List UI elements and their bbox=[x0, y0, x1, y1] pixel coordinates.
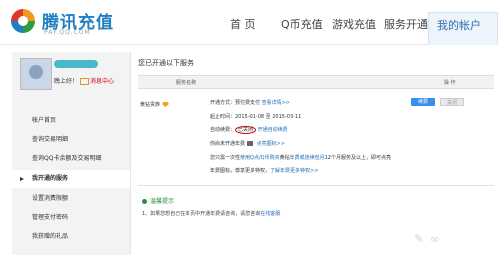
logo-subtitle: PAY.QQ.COM bbox=[44, 29, 91, 36]
yellow-diamond-icon bbox=[162, 102, 170, 107]
logo-swirl-icon bbox=[10, 8, 36, 34]
period-line: 起止时间：2015-01-08 至 2015-03-11 bbox=[210, 114, 302, 120]
close-service-button[interactable]: 关闭 bbox=[440, 98, 464, 106]
annual-or-monthly-link[interactable]: 年费或连续包月 bbox=[290, 155, 325, 161]
message-center-link[interactable]: 消息中心 bbox=[90, 78, 114, 85]
col-action: 操 作 bbox=[444, 80, 456, 86]
main-content: 您已开通以下服务 服务名称 操 作 黄钻贵族 开通方式：预付费支付 查看详情>>… bbox=[138, 52, 494, 255]
auto-renew-line: 自动续费： 已关闭 开通自动续费 bbox=[210, 126, 288, 134]
watermark: ✎ ∞ bbox=[414, 232, 441, 246]
section-divider bbox=[138, 185, 494, 186]
sidebar-item-my-services[interactable]: 我开通的服务 bbox=[12, 170, 130, 188]
tips-title-text: 温馨提示 bbox=[150, 198, 175, 205]
note-line2-prefix: 年费图标，尊享更多特权， bbox=[210, 168, 271, 174]
account-sidebar: 晚上好！ 消息中心 帐户首页 查询交易明细 查询QQ卡余额及交易明细 我开通的服务… bbox=[12, 52, 131, 255]
auto-renew-status: 已关闭 bbox=[235, 126, 257, 134]
note-line1-prefix: 您只需一次性 bbox=[210, 155, 241, 161]
info-dot-icon bbox=[142, 199, 147, 204]
tencent-pay-logo[interactable]: 腾讯充值 PAY.QQ.COM bbox=[8, 6, 178, 40]
renew-button[interactable]: 续费 bbox=[411, 98, 435, 106]
auto-renew-label: 自动续费： bbox=[210, 127, 236, 133]
sidebar-item-gifts[interactable]: 我获赠的礼品 bbox=[12, 228, 130, 246]
sidebar-item-qq-card[interactable]: 查询QQ卡余额及交易明细 bbox=[12, 150, 130, 168]
note-line1-suffix: 12个月服务及以上，即可点亮 bbox=[324, 155, 391, 161]
online-support-link[interactable]: 在线客服 bbox=[260, 211, 280, 217]
sidebar-item-account-home[interactable]: 帐户首页 bbox=[12, 112, 130, 130]
tip-item: 1、如果您想自己在本页中开通年费请咨询，请您咨询在线客服 bbox=[142, 210, 280, 217]
nav-my-account[interactable]: 我的帐户 bbox=[428, 12, 498, 45]
services-table-header: 服务名称 操 作 bbox=[138, 75, 494, 89]
greeting-text: 晚上好！ bbox=[54, 78, 79, 85]
nav-my-account-label: 我的帐户 bbox=[437, 19, 481, 32]
sidebar-item-pay-password[interactable]: 管理支付密码 bbox=[12, 209, 130, 227]
tip-text: 1、如果您想自己在本页中开通年费请咨询，请您咨询 bbox=[142, 211, 261, 217]
sidebar-item-spend-limit[interactable]: 设置消费限额 bbox=[12, 190, 130, 208]
sidebar-item-transactions[interactable]: 查询交易明细 bbox=[12, 131, 130, 149]
light-icon-link[interactable]: 点亮图标>> bbox=[257, 141, 285, 147]
buy-with-qpoints-link[interactable]: 使用Q点/Q币购买 bbox=[240, 155, 280, 161]
user-box: 晚上好！ 消息中心 bbox=[20, 58, 120, 92]
annual-fee-line: 你尚未开通年费 点亮图标>> bbox=[210, 140, 285, 147]
service-name-text: 黄钻贵族 bbox=[140, 102, 161, 108]
learn-privileges-link[interactable]: 了解年费更多特权>> bbox=[270, 168, 318, 174]
note-line-1: 您只需一次性使用Q点/Q币购买黄钻年费或连续包月12个月服务及以上，即可点亮 bbox=[210, 154, 391, 161]
annual-fee-text: 你尚未开通年费 bbox=[210, 141, 246, 147]
nav-home[interactable]: 首 页 bbox=[230, 16, 256, 32]
service-name: 黄钻贵族 bbox=[140, 101, 170, 108]
pay-mode-text: 开通方式：预付费支付 bbox=[210, 100, 261, 106]
nav-game-recharge[interactable]: 游戏充值 bbox=[332, 16, 376, 32]
note-line-2: 年费图标，尊享更多特权，了解年费更多特权>> bbox=[210, 167, 318, 174]
pay-mode-line: 开通方式：预付费支付 查看详情>> bbox=[210, 99, 290, 106]
section-title: 您已开通以下服务 bbox=[138, 59, 194, 67]
nav-service-open[interactable]: 服务开通 bbox=[384, 16, 428, 32]
top-header: 腾讯充值 PAY.QQ.COM 首 页 Q币充值 游戏充值 服务开通 我的帐户 bbox=[0, 0, 498, 45]
greeting-line: 晚上好！ 消息中心 bbox=[54, 76, 114, 85]
view-details-link[interactable]: 查看详情>> bbox=[262, 100, 290, 106]
username-redacted bbox=[54, 60, 98, 68]
tips-title: 温馨提示 bbox=[142, 196, 174, 205]
col-service-name: 服务名称 bbox=[176, 80, 197, 86]
enable-auto-renew-link[interactable]: 开通自动续费 bbox=[258, 127, 288, 133]
mail-icon bbox=[80, 78, 90, 85]
nav-qb-recharge[interactable]: Q币充值 bbox=[281, 16, 323, 32]
note-line1-middle: 黄钻 bbox=[279, 155, 290, 161]
annual-badge-icon bbox=[247, 141, 254, 146]
avatar[interactable] bbox=[20, 58, 52, 90]
